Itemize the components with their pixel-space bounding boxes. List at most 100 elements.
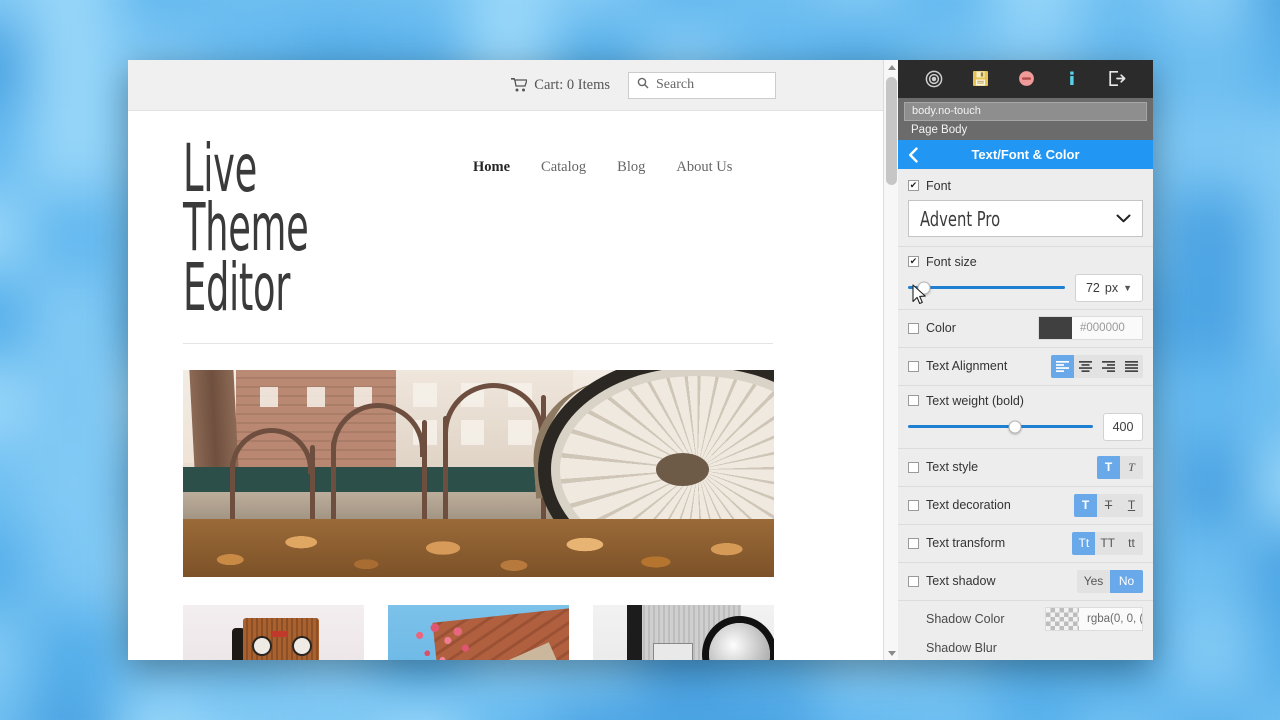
cart-indicator[interactable]: Cart: 0 Items xyxy=(511,77,610,94)
color-checkbox[interactable] xyxy=(908,322,919,334)
text-shadow-row: Text shadow Yes No xyxy=(898,563,1153,601)
hero-image xyxy=(183,370,774,578)
page-scrollbar[interactable] xyxy=(883,60,898,660)
text-weight-slider[interactable] xyxy=(908,420,1093,434)
target-icon[interactable] xyxy=(925,70,943,88)
color-swatch[interactable] xyxy=(1039,317,1072,340)
cart-icon xyxy=(511,78,528,92)
thumbnail-blossoms-building[interactable] xyxy=(388,605,569,660)
cancel-icon[interactable] xyxy=(1018,70,1035,87)
nav-item-home[interactable]: Home xyxy=(473,159,510,176)
search-icon xyxy=(637,76,649,94)
font-size-slider[interactable] xyxy=(908,281,1065,295)
thumbnail-audio-gear[interactable] xyxy=(593,605,774,660)
text-decoration-row: Text decoration T T T xyxy=(898,487,1153,525)
text-weight-slider-handle[interactable] xyxy=(1008,420,1022,434)
shadow-color-label: Shadow Color xyxy=(926,611,1005,626)
text-weight-value-box[interactable]: 400 xyxy=(1103,412,1143,441)
text-transform-row: Text transform Tt TT tt xyxy=(898,525,1153,563)
store-page-preview[interactable]: Cart: 0 Items Search Live Theme Editor H… xyxy=(128,60,883,660)
align-right-icon[interactable] xyxy=(1097,355,1120,378)
scrollbar-thumb[interactable] xyxy=(886,77,897,185)
font-size-unit: px xyxy=(1104,280,1119,295)
nav-item-about-us[interactable]: About Us xyxy=(676,159,732,176)
text-shadow-label: Text shadow xyxy=(926,574,996,589)
font-value: Advent Pro xyxy=(920,206,1001,231)
text-decoration-checkbox[interactable] xyxy=(908,499,919,511)
shadow-blur-row: Shadow Blur xyxy=(908,637,1143,660)
shadow-color-value: rgba(0, 0, ( xyxy=(1087,612,1142,625)
text-alignment-label: Text Alignment xyxy=(926,359,1008,374)
align-left-icon[interactable] xyxy=(1051,354,1074,378)
divider xyxy=(183,343,773,345)
info-icon[interactable] xyxy=(1065,70,1079,87)
align-justify-icon[interactable] xyxy=(1120,355,1143,378)
browser-window: Cart: 0 Items Search Live Theme Editor H… xyxy=(128,60,1153,660)
scroll-down-icon[interactable] xyxy=(884,646,899,660)
back-chevron-icon[interactable] xyxy=(908,147,919,163)
font-select[interactable]: Advent Pro xyxy=(908,200,1143,237)
text-alignment-checkbox[interactable] xyxy=(908,360,919,372)
shadow-color-picker[interactable]: rgba(0, 0, ( xyxy=(1045,606,1143,631)
decoration-strikethrough-icon[interactable]: T xyxy=(1097,494,1120,517)
align-center-icon[interactable] xyxy=(1074,355,1097,378)
store-topbar: Cart: 0 Items Search xyxy=(128,60,883,111)
store-nav[interactable]: Home Catalog Blog About Us xyxy=(473,159,732,176)
transform-lowercase-icon[interactable]: tt xyxy=(1120,532,1143,555)
color-value: #000000 xyxy=(1080,322,1125,335)
search-input[interactable]: Search xyxy=(628,71,776,99)
text-style-group[interactable]: T T xyxy=(1097,455,1143,479)
text-transform-label: Text transform xyxy=(926,536,1006,551)
style-italic-icon[interactable]: T xyxy=(1120,456,1143,479)
font-label: Font xyxy=(926,178,952,193)
cart-label: Cart: 0 Items xyxy=(534,76,610,93)
text-weight-checkbox[interactable] xyxy=(908,395,919,407)
save-icon[interactable] xyxy=(972,70,989,87)
font-size-label: Font size xyxy=(926,254,977,269)
nav-item-catalog[interactable]: Catalog xyxy=(541,159,586,176)
exit-icon[interactable] xyxy=(1108,70,1126,87)
color-row: Color #000000 xyxy=(898,310,1153,348)
section-header: Text/Font & Color xyxy=(898,139,1153,170)
selector-area: body.no-touch Page Body xyxy=(898,97,1153,140)
text-decoration-label: Text decoration xyxy=(926,498,1011,513)
shadow-no-button[interactable]: No xyxy=(1110,569,1143,593)
font-size-value-box[interactable]: 72 px ▼ xyxy=(1075,273,1143,302)
text-weight-value: 400 xyxy=(1112,419,1134,434)
font-row: ✔ Font xyxy=(898,169,1153,195)
text-transform-checkbox[interactable] xyxy=(908,537,919,549)
font-size-checkbox[interactable]: ✔ xyxy=(908,256,919,268)
font-size-value: 72 xyxy=(1085,280,1100,295)
text-alignment-group[interactable] xyxy=(1051,354,1143,378)
search-placeholder: Search xyxy=(656,77,695,92)
color-picker[interactable]: #000000 xyxy=(1038,316,1143,341)
chevron-down-icon xyxy=(1116,210,1131,228)
text-weight-label: Text weight (bold) xyxy=(926,393,1024,408)
transform-uppercase-icon[interactable]: TT xyxy=(1095,532,1120,555)
shadow-color-swatch[interactable] xyxy=(1046,607,1079,630)
text-style-checkbox[interactable] xyxy=(908,461,919,473)
text-decoration-group[interactable]: T T T xyxy=(1074,493,1143,517)
nav-item-blog[interactable]: Blog xyxy=(617,159,645,176)
scroll-up-icon[interactable] xyxy=(884,60,899,74)
font-checkbox[interactable]: ✔ xyxy=(908,180,919,192)
theme-editor-panel: body.no-touch Page Body Text/Font & Colo… xyxy=(898,60,1153,660)
decoration-underline-icon[interactable]: T xyxy=(1120,494,1143,517)
text-transform-group[interactable]: Tt TT tt xyxy=(1072,531,1143,555)
shadow-yes-button[interactable]: Yes xyxy=(1077,570,1110,593)
font-size-slider-handle[interactable] xyxy=(917,281,931,295)
text-alignment-row: Text Alignment xyxy=(898,348,1153,386)
shadow-settings: Shadow Color rgba(0, 0, ( Shadow Blur xyxy=(898,601,1153,660)
unit-caret-icon[interactable]: ▼ xyxy=(1123,283,1132,293)
decoration-none-icon[interactable]: T xyxy=(1074,493,1097,517)
text-shadow-group[interactable]: Yes No xyxy=(1077,569,1143,593)
text-weight-row: Text weight (bold) 400 xyxy=(898,386,1153,449)
style-normal-icon[interactable]: T xyxy=(1097,455,1120,479)
color-label: Color xyxy=(926,321,956,336)
text-style-row: Text style T T xyxy=(898,449,1153,487)
selector-input[interactable]: body.no-touch xyxy=(904,101,1147,121)
text-shadow-checkbox[interactable] xyxy=(908,575,919,587)
transform-capitalize-icon[interactable]: Tt xyxy=(1072,531,1096,555)
section-title: Text/Font & Color xyxy=(971,147,1080,163)
thumbnail-vintage-camera[interactable] xyxy=(183,605,364,660)
